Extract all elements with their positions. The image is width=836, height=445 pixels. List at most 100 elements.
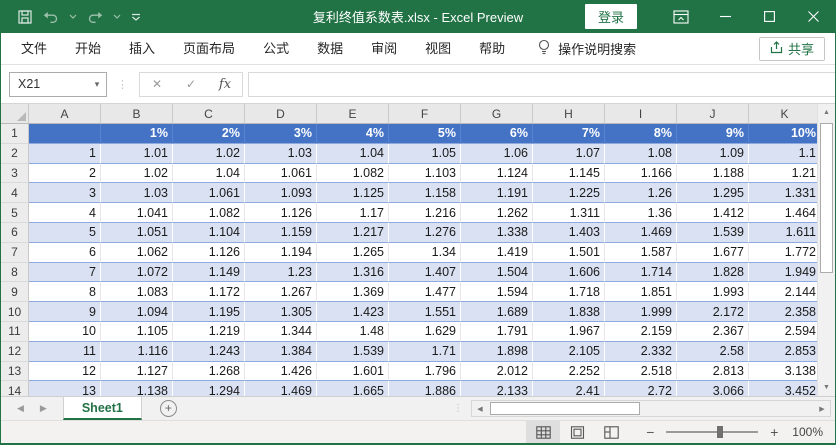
cell-G13[interactable]: 2.012 bbox=[461, 362, 533, 382]
cell-B9[interactable]: 1.083 bbox=[101, 282, 173, 302]
column-header-A[interactable]: A bbox=[29, 104, 101, 124]
cell-I1[interactable]: 8% bbox=[605, 124, 677, 144]
cell-C8[interactable]: 1.149 bbox=[173, 263, 245, 283]
cell-K6[interactable]: 1.611 bbox=[749, 223, 819, 243]
cell-G6[interactable]: 1.338 bbox=[461, 223, 533, 243]
cell-G11[interactable]: 1.791 bbox=[461, 322, 533, 342]
enter-icon[interactable]: ✓ bbox=[174, 77, 208, 91]
zoom-level[interactable]: 100% bbox=[792, 425, 823, 439]
cell-K12[interactable]: 2.853 bbox=[749, 342, 819, 362]
cell-D7[interactable]: 1.194 bbox=[245, 243, 317, 263]
next-sheet-icon[interactable]: ▶ bbox=[40, 403, 47, 414]
cell-F12[interactable]: 1.71 bbox=[389, 342, 461, 362]
cell-D12[interactable]: 1.384 bbox=[245, 342, 317, 362]
cell-J1[interactable]: 9% bbox=[677, 124, 749, 144]
cell-J8[interactable]: 1.828 bbox=[677, 263, 749, 283]
cell-D8[interactable]: 1.23 bbox=[245, 263, 317, 283]
cell-G2[interactable]: 1.06 bbox=[461, 144, 533, 164]
cell-J7[interactable]: 1.677 bbox=[677, 243, 749, 263]
horizontal-scrollbar[interactable]: ◀ ▶ bbox=[471, 400, 831, 417]
cell-I8[interactable]: 1.714 bbox=[605, 263, 677, 283]
ribbon-tab-文件[interactable]: 文件 bbox=[7, 33, 61, 64]
cell-B5[interactable]: 1.041 bbox=[101, 203, 173, 223]
cell-A2[interactable]: 1 bbox=[29, 144, 101, 164]
row-header-11[interactable]: 11 bbox=[1, 322, 29, 342]
cell-I12[interactable]: 2.332 bbox=[605, 342, 677, 362]
cell-K7[interactable]: 1.772 bbox=[749, 243, 819, 263]
cell-K4[interactable]: 1.331 bbox=[749, 183, 819, 203]
column-header-K[interactable]: K bbox=[749, 104, 819, 124]
page-layout-view-button[interactable] bbox=[560, 421, 594, 443]
formula-bar-handle-icon[interactable]: ⋮ bbox=[117, 78, 129, 91]
cell-B3[interactable]: 1.02 bbox=[101, 164, 173, 184]
cell-A14[interactable]: 13 bbox=[29, 381, 101, 396]
row-header-4[interactable]: 4 bbox=[1, 183, 29, 203]
cell-A5[interactable]: 4 bbox=[29, 203, 101, 223]
cell-G3[interactable]: 1.124 bbox=[461, 164, 533, 184]
name-box[interactable]: X21 ▾ bbox=[9, 72, 107, 97]
cell-F11[interactable]: 1.629 bbox=[389, 322, 461, 342]
cell-K5[interactable]: 1.464 bbox=[749, 203, 819, 223]
cell-J10[interactable]: 2.172 bbox=[677, 302, 749, 322]
cell-J3[interactable]: 1.188 bbox=[677, 164, 749, 184]
ribbon-tab-审阅[interactable]: 审阅 bbox=[357, 33, 411, 64]
cell-A11[interactable]: 10 bbox=[29, 322, 101, 342]
cell-G14[interactable]: 2.133 bbox=[461, 381, 533, 396]
insert-function-icon[interactable]: fx bbox=[208, 77, 242, 92]
cell-H10[interactable]: 1.838 bbox=[533, 302, 605, 322]
column-header-J[interactable]: J bbox=[677, 104, 749, 124]
cell-I14[interactable]: 2.72 bbox=[605, 381, 677, 396]
ribbon-tab-数据[interactable]: 数据 bbox=[303, 33, 357, 64]
select-all-corner[interactable] bbox=[1, 104, 29, 124]
cell-E12[interactable]: 1.539 bbox=[317, 342, 389, 362]
cell-B2[interactable]: 1.01 bbox=[101, 144, 173, 164]
row-header-6[interactable]: 6 bbox=[1, 223, 29, 243]
cell-H14[interactable]: 2.41 bbox=[533, 381, 605, 396]
scroll-up-icon[interactable]: ▲ bbox=[818, 104, 835, 121]
cell-E10[interactable]: 1.423 bbox=[317, 302, 389, 322]
save-icon[interactable] bbox=[17, 9, 33, 25]
cell-I7[interactable]: 1.587 bbox=[605, 243, 677, 263]
cell-J4[interactable]: 1.295 bbox=[677, 183, 749, 203]
cell-K9[interactable]: 2.144 bbox=[749, 282, 819, 302]
cell-H8[interactable]: 1.606 bbox=[533, 263, 605, 283]
cell-B8[interactable]: 1.072 bbox=[101, 263, 173, 283]
cell-D13[interactable]: 1.426 bbox=[245, 362, 317, 382]
vertical-scrollbar[interactable]: ▲ ▼ bbox=[817, 104, 835, 396]
cell-K1[interactable]: 10% bbox=[749, 124, 819, 144]
cell-A13[interactable]: 12 bbox=[29, 362, 101, 382]
cell-A6[interactable]: 5 bbox=[29, 223, 101, 243]
cell-C7[interactable]: 1.126 bbox=[173, 243, 245, 263]
cell-G12[interactable]: 1.898 bbox=[461, 342, 533, 362]
cell-C3[interactable]: 1.04 bbox=[173, 164, 245, 184]
cell-H2[interactable]: 1.07 bbox=[533, 144, 605, 164]
ribbon-tab-插入[interactable]: 插入 bbox=[115, 33, 169, 64]
page-break-preview-button[interactable] bbox=[594, 421, 628, 443]
row-header-13[interactable]: 13 bbox=[1, 362, 29, 382]
row-header-14[interactable]: 14 bbox=[1, 381, 29, 396]
cell-E8[interactable]: 1.316 bbox=[317, 263, 389, 283]
cell-K3[interactable]: 1.21 bbox=[749, 164, 819, 184]
cell-E11[interactable]: 1.48 bbox=[317, 322, 389, 342]
cell-E2[interactable]: 1.04 bbox=[317, 144, 389, 164]
cell-I4[interactable]: 1.26 bbox=[605, 183, 677, 203]
cell-B11[interactable]: 1.105 bbox=[101, 322, 173, 342]
cell-J5[interactable]: 1.412 bbox=[677, 203, 749, 223]
cell-H7[interactable]: 1.501 bbox=[533, 243, 605, 263]
cell-E4[interactable]: 1.125 bbox=[317, 183, 389, 203]
cell-F13[interactable]: 1.796 bbox=[389, 362, 461, 382]
cell-C2[interactable]: 1.02 bbox=[173, 144, 245, 164]
cell-E1[interactable]: 4% bbox=[317, 124, 389, 144]
horizontal-scroll-track[interactable] bbox=[488, 401, 814, 416]
add-sheet-button[interactable]: + bbox=[160, 400, 177, 417]
cell-A8[interactable]: 7 bbox=[29, 263, 101, 283]
cell-C4[interactable]: 1.061 bbox=[173, 183, 245, 203]
cell-F14[interactable]: 1.886 bbox=[389, 381, 461, 396]
cell-F9[interactable]: 1.477 bbox=[389, 282, 461, 302]
cell-H4[interactable]: 1.225 bbox=[533, 183, 605, 203]
zoom-in-button[interactable]: + bbox=[768, 424, 780, 440]
cell-D6[interactable]: 1.159 bbox=[245, 223, 317, 243]
column-header-C[interactable]: C bbox=[173, 104, 245, 124]
cell-F2[interactable]: 1.05 bbox=[389, 144, 461, 164]
zoom-slider-thumb[interactable] bbox=[717, 426, 723, 438]
